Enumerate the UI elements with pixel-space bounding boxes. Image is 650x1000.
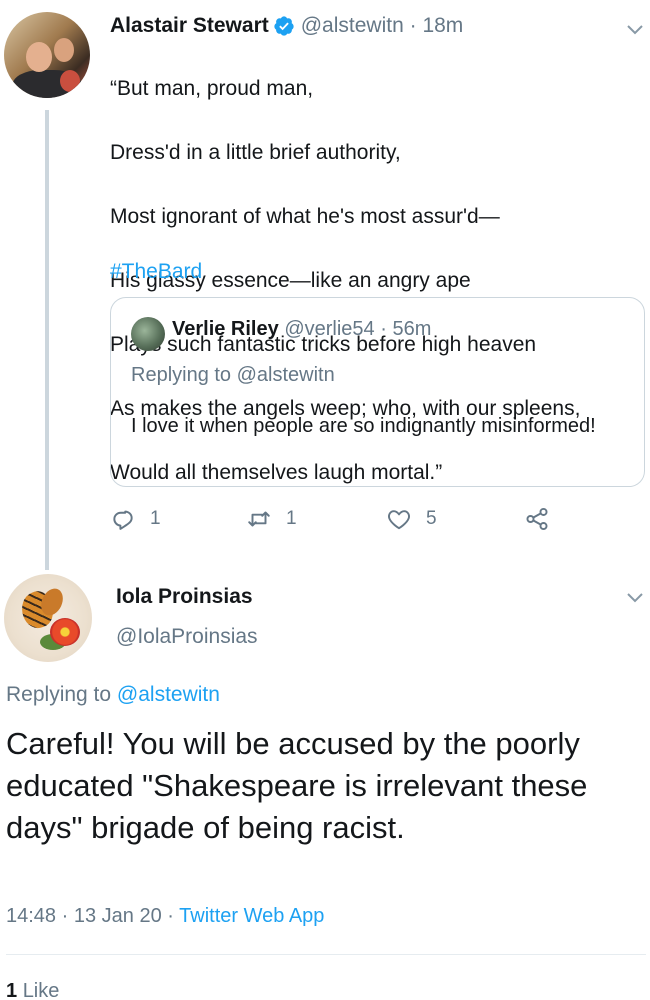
likes-summary[interactable]: 1 Like <box>6 980 59 1000</box>
chevron-down-icon[interactable] <box>626 24 644 36</box>
replying-to-mention[interactable]: @alstewitn <box>117 683 220 706</box>
like-count: 5 <box>426 508 437 529</box>
retweet-button[interactable]: 1 <box>246 506 297 532</box>
verified-badge-icon <box>274 16 294 36</box>
chevron-down-icon[interactable] <box>626 592 644 604</box>
tweet-header: Alastair Stewart @alstewitn · 18m <box>110 10 463 42</box>
heart-icon <box>388 510 410 530</box>
author-handle[interactable]: @alstewitn · 18m <box>301 14 464 38</box>
avatar-verlie-riley <box>131 317 165 351</box>
quoted-author-handle: @verlie54 · 56m <box>284 318 432 340</box>
reply-button[interactable]: 1 <box>110 506 161 532</box>
reply-count: 1 <box>150 508 161 529</box>
quoted-author-name: Verlie Riley <box>172 318 279 340</box>
thread-connector-line <box>45 110 49 570</box>
retweet-icon <box>248 511 270 527</box>
avatar-alastair-stewart[interactable] <box>4 12 90 98</box>
retweet-count: 1 <box>286 508 297 529</box>
quoted-replying-to: Replying to @alstewitn <box>131 364 335 386</box>
quoted-tweet-header: Verlie Riley @verlie54 · 56m <box>172 318 431 341</box>
share-icon <box>526 507 548 531</box>
reply-tweet-text: Careful! You will be accused by the poor… <box>6 726 588 845</box>
tweet-action-bar: 1 1 5 <box>110 506 570 536</box>
reply-icon <box>113 510 133 530</box>
quoted-tweet-text: I love it when people are so indignantly… <box>131 415 596 437</box>
tweet-timestamp: 14:48 · 13 Jan 20 · Twitter Web App <box>6 905 325 927</box>
reply-author-handle[interactable]: @IolaProinsias <box>116 625 258 649</box>
hashtag-link[interactable]: #TheBard <box>110 256 202 288</box>
avatar-iola-proinsias[interactable] <box>4 574 92 662</box>
source-app-link[interactable]: Twitter Web App <box>179 905 324 927</box>
likes-count: 1 <box>6 980 18 1000</box>
divider <box>6 954 646 955</box>
share-button[interactable] <box>524 506 564 532</box>
replying-to: Replying to @alstewitn <box>6 683 220 706</box>
quoted-tweet-card[interactable]: Verlie Riley @verlie54 · 56m Replying to… <box>110 297 645 487</box>
likes-label: Like <box>22 980 60 1000</box>
like-button[interactable]: 5 <box>386 506 437 532</box>
author-name[interactable]: Alastair Stewart <box>110 14 269 38</box>
reply-author-name[interactable]: Iola Proinsias <box>116 585 253 609</box>
